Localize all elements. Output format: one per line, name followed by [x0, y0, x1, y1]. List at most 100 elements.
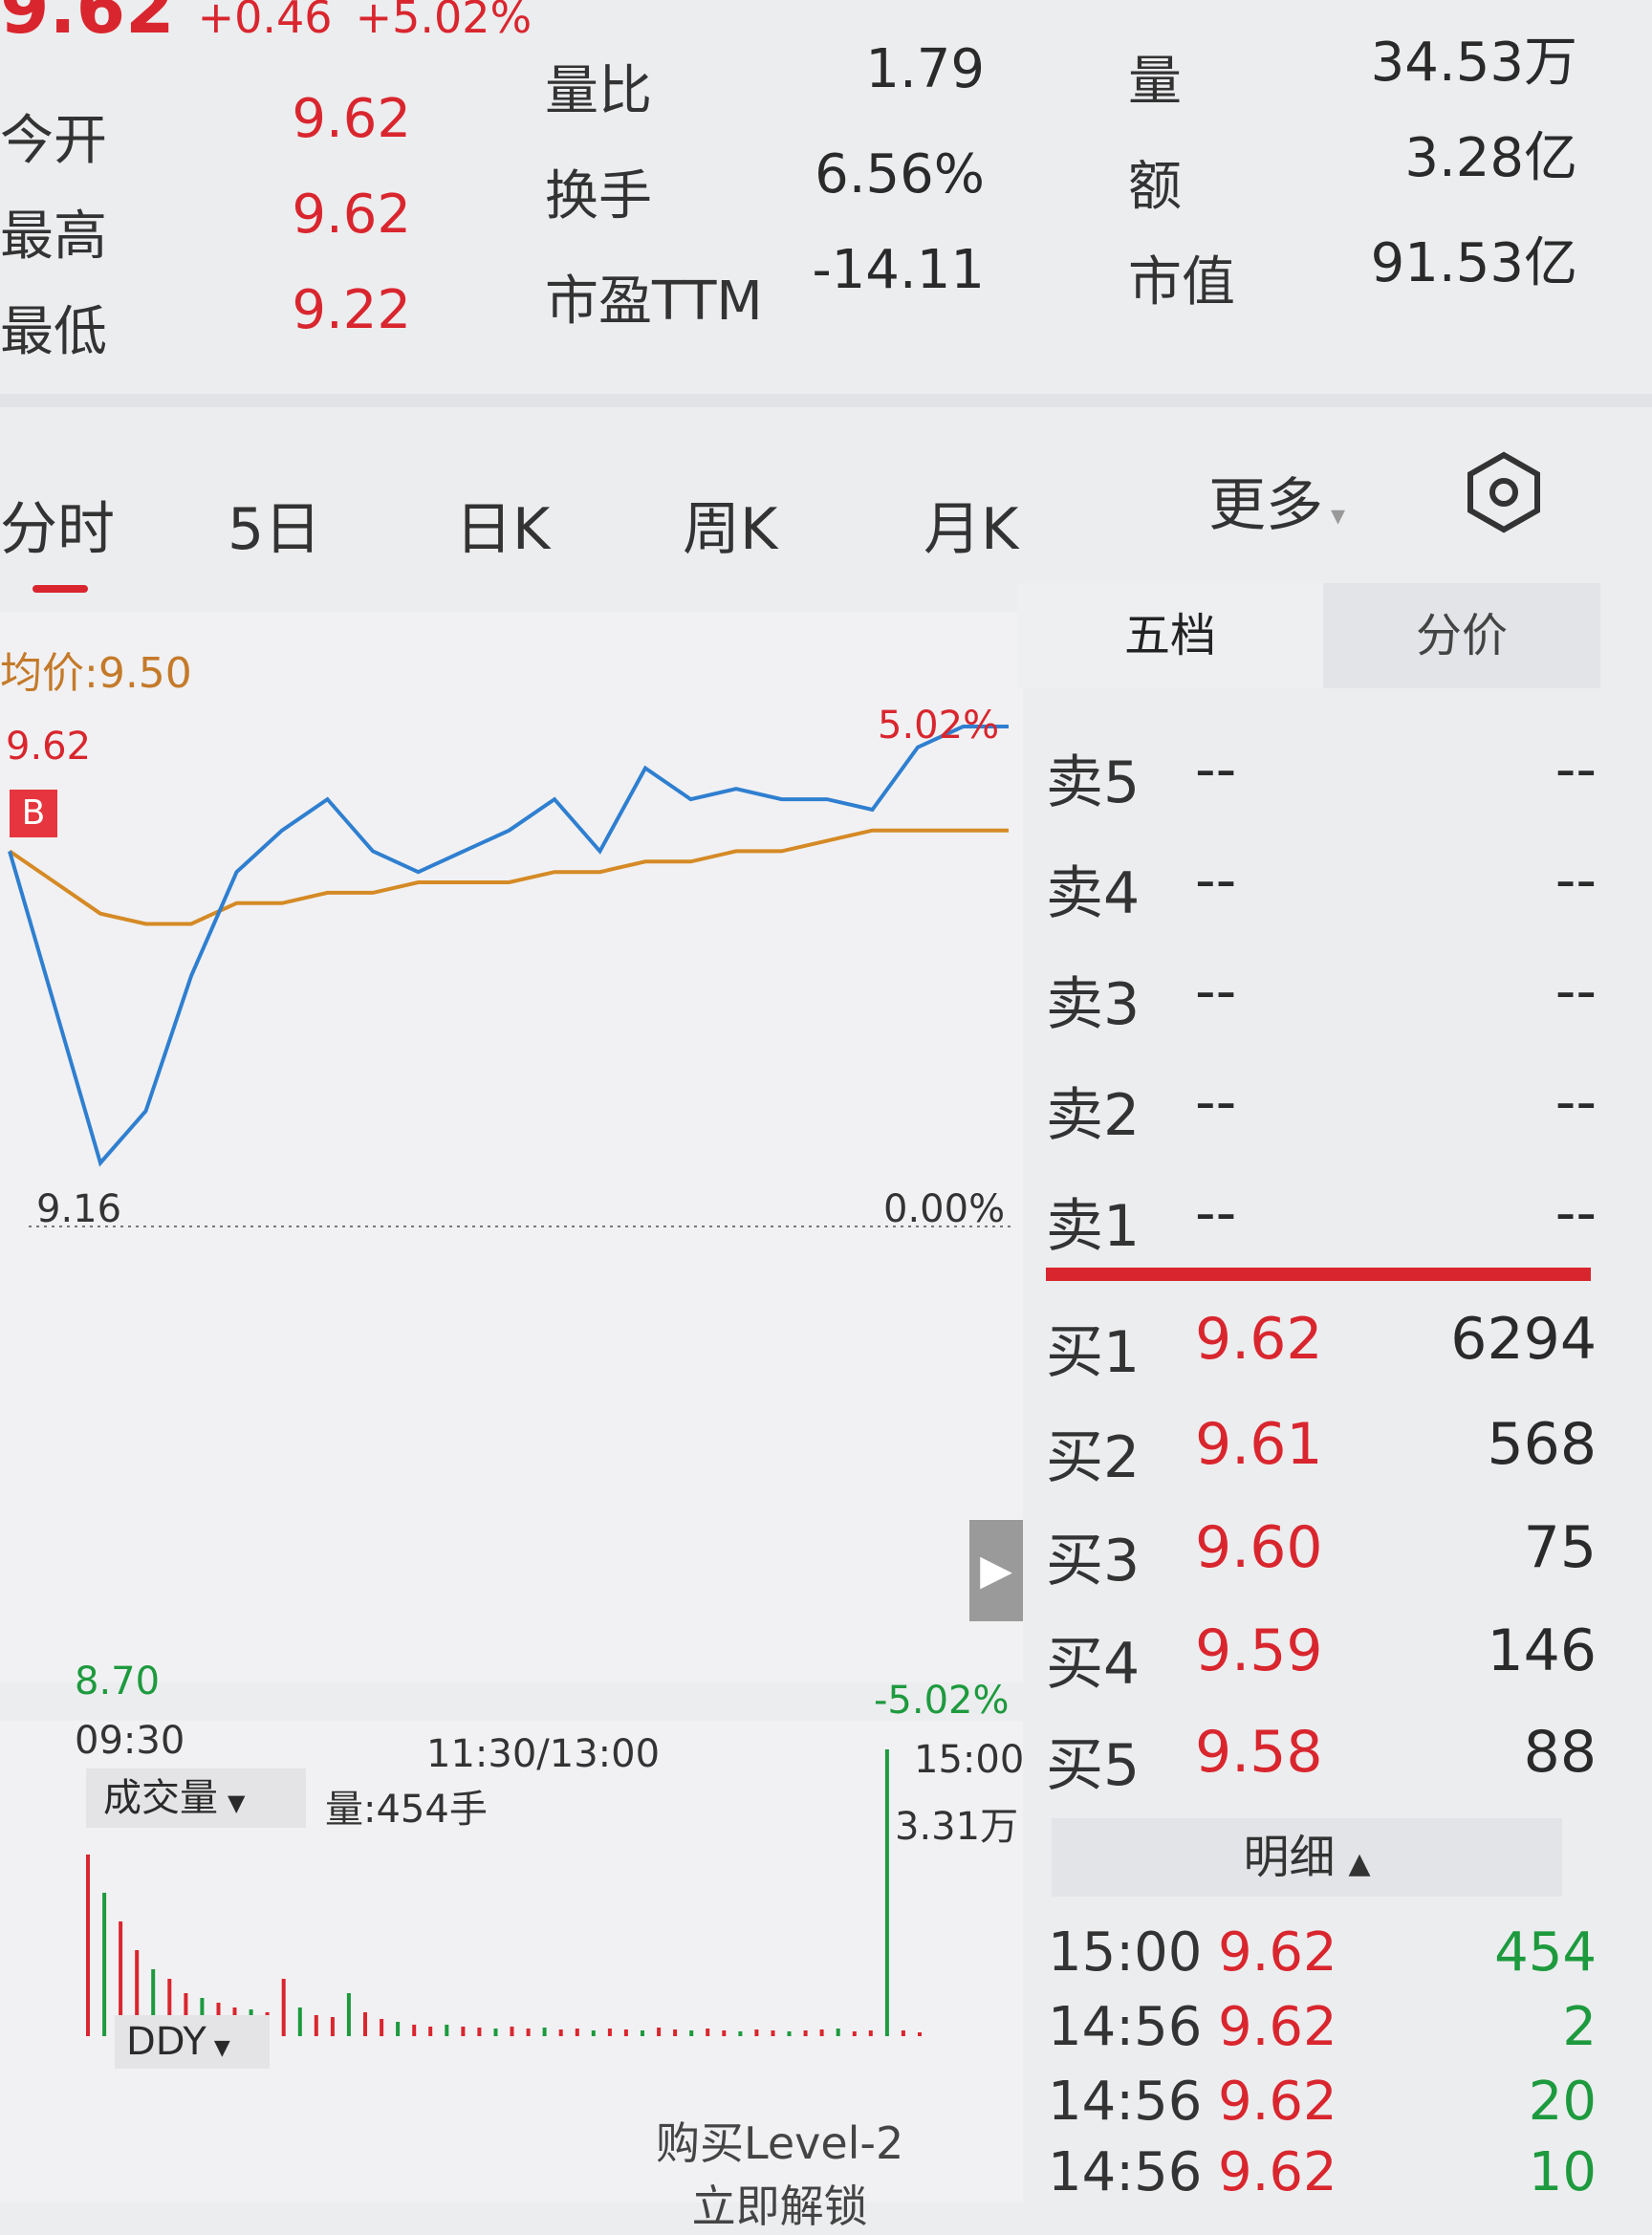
sell-level-4: 卖4 -- --	[1042, 847, 1597, 927]
level-qty: 88	[1523, 1719, 1597, 1786]
volume-bar	[493, 2029, 498, 2036]
volume-bar	[330, 2017, 335, 2036]
tab-daily-k[interactable]: 日K	[455, 483, 550, 566]
settings-hexagon-icon[interactable]	[1461, 449, 1547, 535]
level2-upsell[interactable]: 购买Level-2 立即解锁	[656, 2109, 903, 2235]
volume-bar	[102, 1893, 107, 2036]
level-label: 卖1	[1046, 1193, 1141, 1260]
volume-selector-label: 成交量	[103, 1776, 218, 1820]
level-price: 9.59	[1195, 1617, 1323, 1684]
stat-label: 量	[1128, 51, 1182, 113]
volume-bar	[623, 2029, 628, 2036]
bid-ask-divider	[1046, 1268, 1591, 1281]
price-change-pct: +5.02%	[355, 0, 533, 43]
stats-col-2: 量比 1.79 换手 6.56% 市盈TTM -14.11	[545, 38, 985, 344]
trade-time: 14:56	[1048, 1996, 1203, 2058]
tab-five-levels[interactable]: 五档	[1017, 583, 1323, 688]
level-qty: --	[1554, 958, 1597, 1025]
intraday-chart[interactable]	[0, 612, 1023, 2202]
volume-bar	[346, 1993, 351, 2036]
level-qty: 568	[1487, 1411, 1597, 1478]
tab-weekly-k[interactable]: 周K	[683, 483, 777, 566]
trade-price: 9.62	[1218, 2071, 1337, 2133]
buy-level-1: 买1 9.62 6294	[1042, 1306, 1597, 1386]
volume-bar	[510, 2027, 514, 2036]
volume-bar	[901, 2030, 905, 2036]
stat-label: 市盈TTM	[545, 271, 763, 333]
level-qty: --	[1554, 847, 1597, 914]
stat-value: 9.62	[292, 184, 411, 246]
volume-bar	[281, 1979, 286, 2036]
volume-bar	[86, 1855, 90, 2036]
volume-bar	[428, 2027, 433, 2036]
tab-more-label: 更多	[1208, 472, 1323, 539]
tab-5day[interactable]: 5日	[228, 483, 321, 566]
volume-bar	[412, 2025, 417, 2036]
tab-price-distribution[interactable]: 分价	[1323, 583, 1600, 688]
trade-detail-toggle[interactable]: 明细 ▲	[1052, 1818, 1562, 1897]
expand-panel-arrow-icon[interactable]: ▶	[969, 1520, 1023, 1621]
stat-value: 34.53万	[1370, 32, 1577, 94]
stat-label: 量比	[545, 60, 652, 122]
stat-label: 换手	[545, 165, 652, 228]
price-value: 9.62	[0, 0, 175, 50]
sell-level-3: 卖3 -- --	[1042, 958, 1597, 1038]
top-pct-label: 5.02%	[878, 704, 1000, 748]
level-qty: 6294	[1450, 1306, 1597, 1373]
volume-bar	[673, 2029, 678, 2036]
level-price: 9.60	[1195, 1514, 1323, 1581]
stat-value: 3.28亿	[1404, 127, 1577, 189]
trade-qty: 20	[1528, 2071, 1597, 2133]
chevron-down-icon: ▼	[213, 2036, 230, 2060]
volume-bar	[852, 2031, 857, 2036]
volume-bar	[868, 2030, 873, 2036]
volume-bar	[738, 2031, 743, 2036]
tab-fenshi[interactable]: 分时	[0, 483, 115, 566]
volume-bar	[477, 2028, 482, 2036]
active-tab-indicator	[33, 585, 88, 593]
stat-label: 市值	[1128, 251, 1235, 314]
level-qty: --	[1554, 1180, 1597, 1247]
level-price: 9.58	[1195, 1719, 1323, 1786]
trade-time: 14:56	[1048, 2071, 1203, 2133]
trade-qty: 2	[1562, 1996, 1597, 2058]
buy-level-2: 买2 9.61 568	[1042, 1411, 1597, 1491]
chevron-down-icon: ▾	[1331, 499, 1346, 532]
buy-level-3: 买3 9.60 75	[1042, 1514, 1597, 1595]
level-label: 买4	[1046, 1631, 1141, 1698]
stat-value: 6.56%	[815, 143, 985, 206]
volume-bar	[558, 2029, 563, 2036]
stat-label: 今开	[0, 110, 107, 172]
volume-bar	[363, 2012, 367, 2036]
stat-label: 最高	[0, 206, 107, 268]
stat-label: 最低	[0, 301, 107, 363]
volume-bar	[689, 2030, 694, 2036]
level-label: 卖5	[1046, 749, 1141, 816]
ddy-indicator-selector[interactable]: DDY ▼	[115, 2015, 270, 2069]
stats-col-1: 今开 9.62 最高 9.62 最低 9.22	[0, 88, 411, 375]
time-end-label: 15:00	[914, 1738, 1025, 1782]
tab-more[interactable]: 更多 ▾	[1208, 459, 1345, 542]
trade-price: 9.62	[1218, 2141, 1337, 2203]
volume-bar	[657, 2028, 662, 2036]
trade-price: 9.62	[1218, 1996, 1337, 2058]
buy-marker[interactable]: B	[10, 790, 57, 837]
stat-value: 1.79	[865, 38, 985, 100]
tab-monthly-k[interactable]: 月K	[924, 483, 1018, 566]
trade-detail-label: 明细	[1243, 1831, 1336, 1884]
low-price-label: 8.70	[75, 1660, 161, 1703]
level-label: 买3	[1046, 1528, 1141, 1595]
volume-indicator-selector[interactable]: 成交量 ▼	[86, 1768, 306, 1828]
sell-level-5: 卖5 -- --	[1042, 736, 1597, 816]
volume-bar	[918, 2032, 922, 2036]
low-pct-label: -5.02%	[874, 1679, 1010, 1723]
trade-qty: 454	[1494, 1921, 1597, 1984]
chevron-down-icon: ▼	[228, 1790, 246, 1816]
volume-bar	[396, 2022, 401, 2036]
volume-bar	[641, 2030, 644, 2036]
volume-bar	[607, 2029, 612, 2036]
level-qty: --	[1554, 736, 1597, 803]
stat-label: 额	[1128, 156, 1182, 218]
volume-bar	[819, 2029, 824, 2036]
level2-upsell-line2: 立即解锁	[691, 2181, 868, 2232]
